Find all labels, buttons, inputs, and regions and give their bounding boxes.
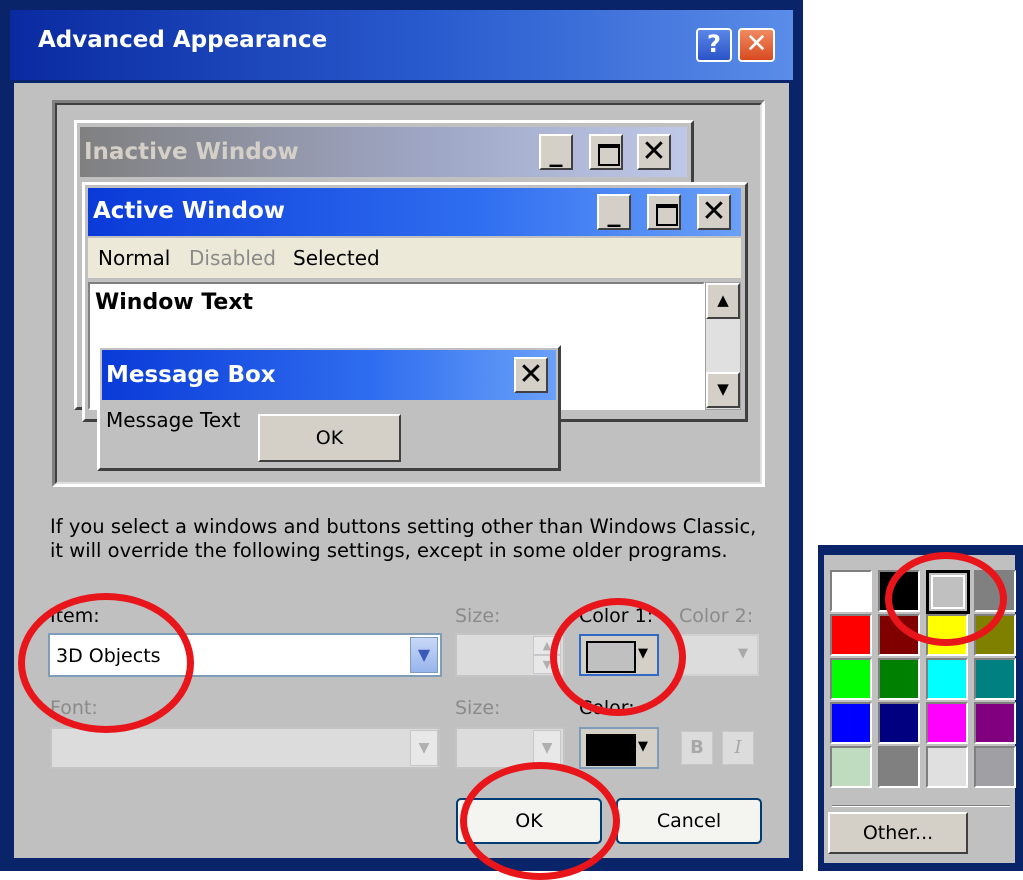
picker-separator xyxy=(832,805,1010,807)
maximize-icon xyxy=(598,144,620,166)
inactive-window-title: Inactive Window xyxy=(84,139,299,165)
chevron-down-icon[interactable]: ▼ xyxy=(533,730,561,766)
dropdown-arrow-icon: ▼ xyxy=(738,646,748,661)
message-box-close-button[interactable]: ✕ xyxy=(514,357,548,393)
font-color-button[interactable]: ▼ xyxy=(579,727,659,769)
size-label: Size: xyxy=(455,605,501,627)
palette-swatch[interactable] xyxy=(830,570,872,612)
other-color-button[interactable]: Other... xyxy=(828,812,968,854)
palette-swatch[interactable] xyxy=(830,746,872,788)
annotation-ring-selected-color xyxy=(885,552,1007,646)
annotation-ring-color1 xyxy=(550,598,686,716)
message-box-text: Message Text xyxy=(106,408,241,432)
active-maximize-button[interactable] xyxy=(647,194,681,230)
palette-swatch[interactable] xyxy=(926,658,968,700)
description-line-1: If you select a windows and buttons sett… xyxy=(50,515,757,538)
chevron-down-icon[interactable]: ▼ xyxy=(410,730,438,766)
palette-swatch[interactable] xyxy=(830,702,872,744)
palette-swatch[interactable] xyxy=(974,702,1016,744)
menu-item-selected[interactable]: Selected xyxy=(293,246,380,270)
palette-swatch[interactable] xyxy=(974,658,1016,700)
palette-swatch[interactable] xyxy=(878,746,920,788)
active-window-title: Active Window xyxy=(93,198,286,224)
maximize-icon xyxy=(656,204,678,226)
description-line-2: it will override the following settings,… xyxy=(50,539,728,562)
active-close-button[interactable]: ✕ xyxy=(697,194,731,230)
dialog-title: Advanced Appearance xyxy=(38,27,328,53)
window-text: Window Text xyxy=(95,290,254,315)
palette-swatch[interactable] xyxy=(830,658,872,700)
inactive-close-button[interactable]: ✕ xyxy=(637,134,671,170)
palette-swatch[interactable] xyxy=(878,702,920,744)
scroll-up-button[interactable]: ▲ xyxy=(706,283,740,319)
palette-swatch[interactable] xyxy=(830,614,872,656)
bold-button[interactable]: B xyxy=(681,731,713,765)
font-size-label: Size: xyxy=(455,697,501,719)
inactive-maximize-button[interactable] xyxy=(589,134,623,170)
palette-swatch[interactable] xyxy=(974,746,1016,788)
preview-menubar[interactable] xyxy=(88,238,741,278)
palette-swatch[interactable] xyxy=(878,658,920,700)
menu-item-normal[interactable]: Normal xyxy=(98,246,170,270)
color2-button[interactable]: ▼ xyxy=(679,634,759,676)
font-color-swatch xyxy=(586,734,636,766)
font-dropdown[interactable] xyxy=(50,727,440,769)
italic-button[interactable]: I xyxy=(722,731,754,765)
help-button[interactable]: ? xyxy=(696,28,732,62)
cancel-button[interactable]: Cancel xyxy=(616,798,762,844)
message-box-title: Message Box xyxy=(106,362,276,388)
message-box-ok-button[interactable]: OK xyxy=(258,414,401,462)
chevron-down-icon[interactable]: ▼ xyxy=(410,637,438,673)
close-button[interactable]: ✕ xyxy=(738,28,775,62)
annotation-ring-ok xyxy=(460,762,620,880)
annotation-ring-item xyxy=(18,593,194,733)
palette-swatch[interactable] xyxy=(926,746,968,788)
palette-swatch[interactable] xyxy=(926,702,968,744)
inactive-minimize-button[interactable]: _ xyxy=(539,134,573,170)
dropdown-arrow-icon: ▼ xyxy=(638,739,648,754)
active-minimize-button[interactable]: _ xyxy=(597,194,631,230)
scroll-down-button[interactable]: ▼ xyxy=(706,372,740,408)
menu-item-disabled[interactable]: Disabled xyxy=(189,246,276,270)
color2-label: Color 2: xyxy=(679,605,754,627)
